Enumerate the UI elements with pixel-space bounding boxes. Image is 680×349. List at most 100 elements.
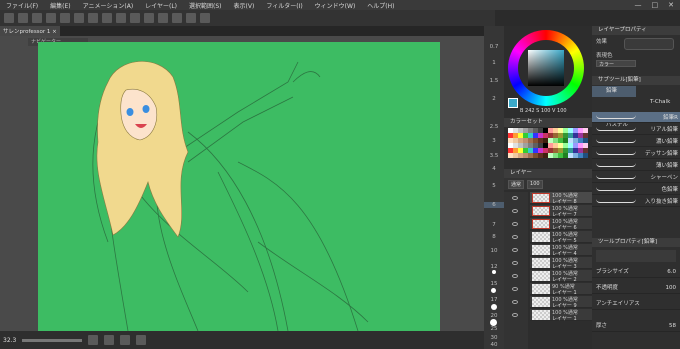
eye-icon[interactable] xyxy=(512,222,518,226)
eye-icon[interactable] xyxy=(512,287,518,291)
menu-animation[interactable]: アニメーション(A) xyxy=(77,1,140,10)
tool-property-header[interactable]: ツールプロパティ[鉛筆] xyxy=(592,238,680,247)
zoom-level[interactable]: 32.3 xyxy=(3,337,16,344)
size-1_5[interactable]: 1.5 xyxy=(484,78,504,84)
tab-pencil[interactable]: 鉛筆 xyxy=(592,86,636,97)
size-5[interactable]: 5 xyxy=(484,183,504,189)
zoom-out-icon[interactable] xyxy=(88,335,99,345)
select-all-icon[interactable] xyxy=(130,13,140,23)
sub-tool-header[interactable]: サブツール[鉛筆] xyxy=(592,76,680,85)
layer-row[interactable]: 100 %通常 レイヤー 7 xyxy=(530,205,592,218)
new-file-icon[interactable] xyxy=(4,13,14,23)
minimize-button[interactable]: — xyxy=(635,1,642,9)
blend-mode-select[interactable]: 通常 xyxy=(508,179,525,189)
eye-icon[interactable] xyxy=(512,235,518,239)
snap-grid-icon[interactable] xyxy=(186,13,196,23)
clear-icon[interactable] xyxy=(88,13,98,23)
brush-item[interactable]: デッサン鉛筆 xyxy=(592,148,680,159)
antialias-row[interactable]: アンチエイリアス xyxy=(592,298,680,310)
thickness-value[interactable]: 58 xyxy=(669,320,676,332)
main-color-swatch[interactable] xyxy=(508,98,518,108)
maximize-button[interactable]: □ xyxy=(652,1,659,9)
layer-property-header[interactable]: レイヤープロパティ xyxy=(592,26,680,35)
color-set-header[interactable]: カラーセット xyxy=(504,118,592,127)
menu-edit[interactable]: 編集(E) xyxy=(44,1,76,10)
save-icon[interactable] xyxy=(32,13,42,23)
saturation-value-square[interactable] xyxy=(528,50,564,86)
menu-window[interactable]: ウィンドウ(W) xyxy=(309,1,362,10)
layer-row[interactable]: 100 %通常 レイヤー 3 xyxy=(530,257,592,270)
menu-layer[interactable]: レイヤー(L) xyxy=(139,1,183,10)
close-button[interactable]: ✕ xyxy=(668,1,674,9)
rotate-icon[interactable] xyxy=(136,335,147,345)
size-40[interactable]: 40 xyxy=(484,342,504,348)
size-3_5[interactable]: 3.5 xyxy=(484,153,504,159)
open-file-icon[interactable] xyxy=(18,13,28,23)
deselect-icon[interactable] xyxy=(144,13,154,23)
color-swatch[interactable] xyxy=(583,153,588,158)
brush-item[interactable]: 濃い鉛筆 xyxy=(592,136,680,147)
layer-row[interactable]: 100 %通常 レイヤー 5 xyxy=(530,231,592,244)
redo-icon[interactable] xyxy=(60,13,70,23)
layer-row[interactable]: 100 %通常 レイヤー 9 xyxy=(530,296,592,309)
layer-panel-header[interactable]: レイヤー xyxy=(504,169,592,178)
layer-row[interactable]: 100 %通常 レイヤー 6 xyxy=(530,218,592,231)
size-4[interactable]: 4 xyxy=(484,166,504,172)
zoom-in-icon[interactable] xyxy=(104,335,115,345)
brush-size-row[interactable]: ブラシサイズ 6.0 xyxy=(592,266,680,278)
fill-icon[interactable] xyxy=(102,13,112,23)
size-30[interactable]: 30 xyxy=(484,335,504,341)
thickness-row[interactable]: 厚さ 58 xyxy=(592,320,680,332)
layer-row[interactable]: 90 %通常 レイヤー 1 xyxy=(530,283,592,296)
size-7[interactable]: 7 xyxy=(484,222,504,228)
brush-item[interactable]: リアル鉛筆 xyxy=(592,124,680,135)
size-3[interactable]: 3 xyxy=(484,138,504,144)
eye-icon[interactable] xyxy=(512,248,518,252)
undo-icon[interactable] xyxy=(46,13,56,23)
brush-item[interactable]: 鉛筆R xyxy=(592,112,680,123)
document-tab[interactable]: サレンprofessor 1 × xyxy=(0,26,60,36)
size-6[interactable]: 6 xyxy=(484,202,504,208)
eye-icon[interactable] xyxy=(512,300,518,304)
brush-item[interactable]: 薄い鉛筆 xyxy=(592,160,680,171)
brush-item[interactable]: 入り抜き鉛筆 xyxy=(592,196,680,207)
menu-filter[interactable]: フィルター(I) xyxy=(260,1,308,10)
layer-opacity[interactable]: 100 xyxy=(527,179,543,189)
size-10[interactable]: 10 xyxy=(484,248,504,254)
layer-row[interactable]: 100 %通常 レイヤー 4 xyxy=(530,244,592,257)
drawing-canvas[interactable] xyxy=(38,42,440,331)
fit-icon[interactable] xyxy=(120,335,131,345)
menu-help[interactable]: ヘルプ(H) xyxy=(361,1,400,10)
layer-row[interactable]: 100 %通常 レイヤー 2 xyxy=(530,270,592,283)
brush-item[interactable]: シャーペン xyxy=(592,172,680,183)
effect-toggles[interactable] xyxy=(624,38,674,50)
expression-color-select[interactable]: カラー xyxy=(596,60,636,68)
transform-icon[interactable] xyxy=(116,13,126,23)
eye-icon[interactable] xyxy=(512,274,518,278)
size-8[interactable]: 8 xyxy=(484,234,504,240)
layer-row[interactable]: 100 %通常 レイヤー 1 xyxy=(530,309,592,322)
size-1[interactable]: 1 xyxy=(484,60,504,66)
eye-icon[interactable] xyxy=(512,209,518,213)
eye-icon[interactable] xyxy=(512,313,518,317)
menu-file[interactable]: ファイル(F) xyxy=(0,1,44,10)
snap-ruler-icon[interactable] xyxy=(172,13,182,23)
opacity-row[interactable]: 不透明度 100 xyxy=(592,282,680,294)
color-set-swatches[interactable] xyxy=(508,128,588,166)
menu-view[interactable]: 表示(V) xyxy=(228,1,261,10)
size-2_5[interactable]: 2.5 xyxy=(484,124,504,130)
size-0_7[interactable]: 0.7 xyxy=(484,44,504,50)
brush-item[interactable]: 色鉛筆 xyxy=(592,184,680,195)
brush-size-value[interactable]: 6.0 xyxy=(667,266,676,278)
size-25[interactable]: 25 xyxy=(484,326,504,332)
eye-icon[interactable] xyxy=(512,261,518,265)
size-15[interactable]: 15 xyxy=(484,281,504,287)
settings-icon[interactable] xyxy=(74,13,84,23)
tab-t-chalk[interactable]: T-Chalk xyxy=(636,97,680,108)
opacity-value[interactable]: 100 xyxy=(666,282,677,294)
menu-selection[interactable]: 選択範囲(S) xyxy=(183,1,228,10)
size-17[interactable]: 17 xyxy=(484,297,504,303)
invert-selection-icon[interactable] xyxy=(158,13,168,23)
size-2[interactable]: 2 xyxy=(484,96,504,102)
zoom-slider[interactable] xyxy=(22,338,83,342)
